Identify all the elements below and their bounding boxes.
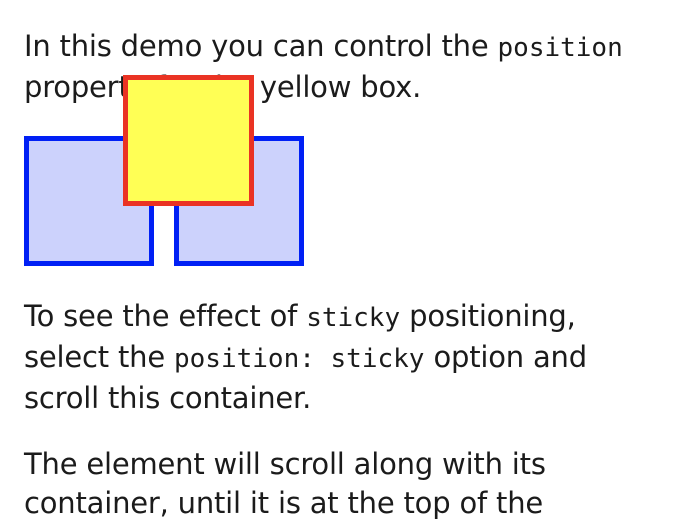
position-sticky-code: position: sticky xyxy=(174,344,425,374)
demo-scroll-container[interactable]: In this demo you can control the positio… xyxy=(0,0,692,520)
yellow-box xyxy=(123,75,254,206)
intro-paragraph: In this demo you can control the positio… xyxy=(24,27,623,107)
sticky-code: sticky xyxy=(306,303,401,333)
scroll-note-line-1: The element will scroll along with its xyxy=(24,447,546,481)
scroll-note-paragraph: The element will scroll along with its co… xyxy=(24,445,546,520)
sticky-hint-text-2: positioning, xyxy=(400,299,576,333)
sticky-hint-text-3: select the xyxy=(24,340,174,374)
sticky-hint-paragraph: To see the effect of sticky positioning,… xyxy=(24,297,587,418)
sticky-hint-text-4: option and xyxy=(424,340,587,374)
scroll-note-line-2: container, until it is at the top of the xyxy=(24,486,544,520)
sticky-hint-text-1: To see the effect of xyxy=(24,299,307,333)
sticky-hint-text-5: scroll this container. xyxy=(24,381,312,415)
intro-code-position: position xyxy=(497,33,623,63)
intro-text-start: In this demo you can control the xyxy=(24,29,498,63)
